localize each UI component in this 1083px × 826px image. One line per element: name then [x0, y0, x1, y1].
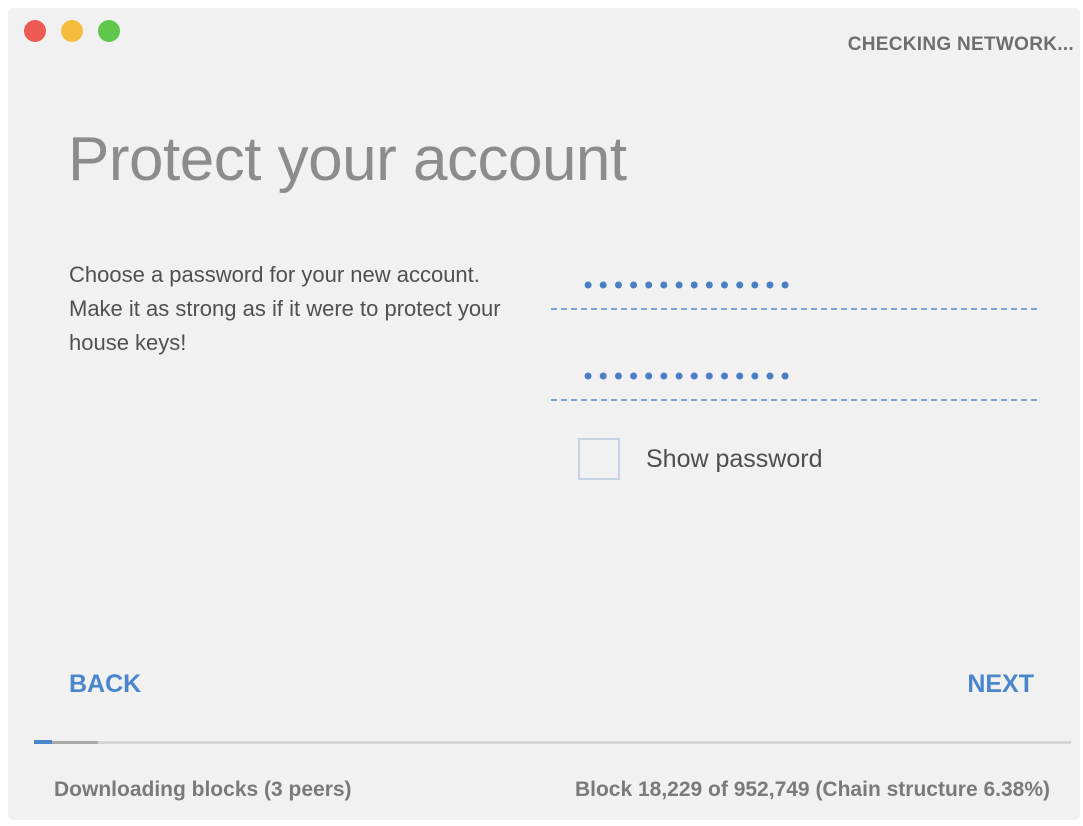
sync-progress-secondary	[52, 741, 98, 744]
show-password-label: Show password	[646, 444, 823, 473]
network-status: CHECKING NETWORK...	[847, 34, 1074, 55]
password-input[interactable]	[551, 264, 1037, 310]
minimize-window-button[interactable]	[61, 20, 83, 42]
window-controls	[24, 20, 120, 42]
page-title: Protect your account	[68, 125, 627, 194]
sync-progress-track	[34, 741, 1071, 744]
block-progress-text: Block 18,229 of 952,749 (Chain structure…	[574, 778, 1050, 801]
sync-status-text: Downloading blocks (3 peers)	[54, 778, 352, 801]
zoom-window-button[interactable]	[98, 20, 120, 42]
show-password-checkbox[interactable]	[578, 438, 620, 480]
page-description: Choose a password for your new account. …	[69, 262, 501, 355]
back-button[interactable]: BACK	[69, 670, 141, 699]
repeat-password-input[interactable]	[551, 355, 1037, 401]
sync-progress-fill	[34, 740, 52, 744]
show-password-toggle[interactable]: Show password	[578, 438, 822, 480]
next-button[interactable]: NEXT	[967, 670, 1034, 699]
close-window-button[interactable]	[24, 20, 46, 42]
app-window: CHECKING NETWORK... Protect your account…	[8, 8, 1080, 820]
